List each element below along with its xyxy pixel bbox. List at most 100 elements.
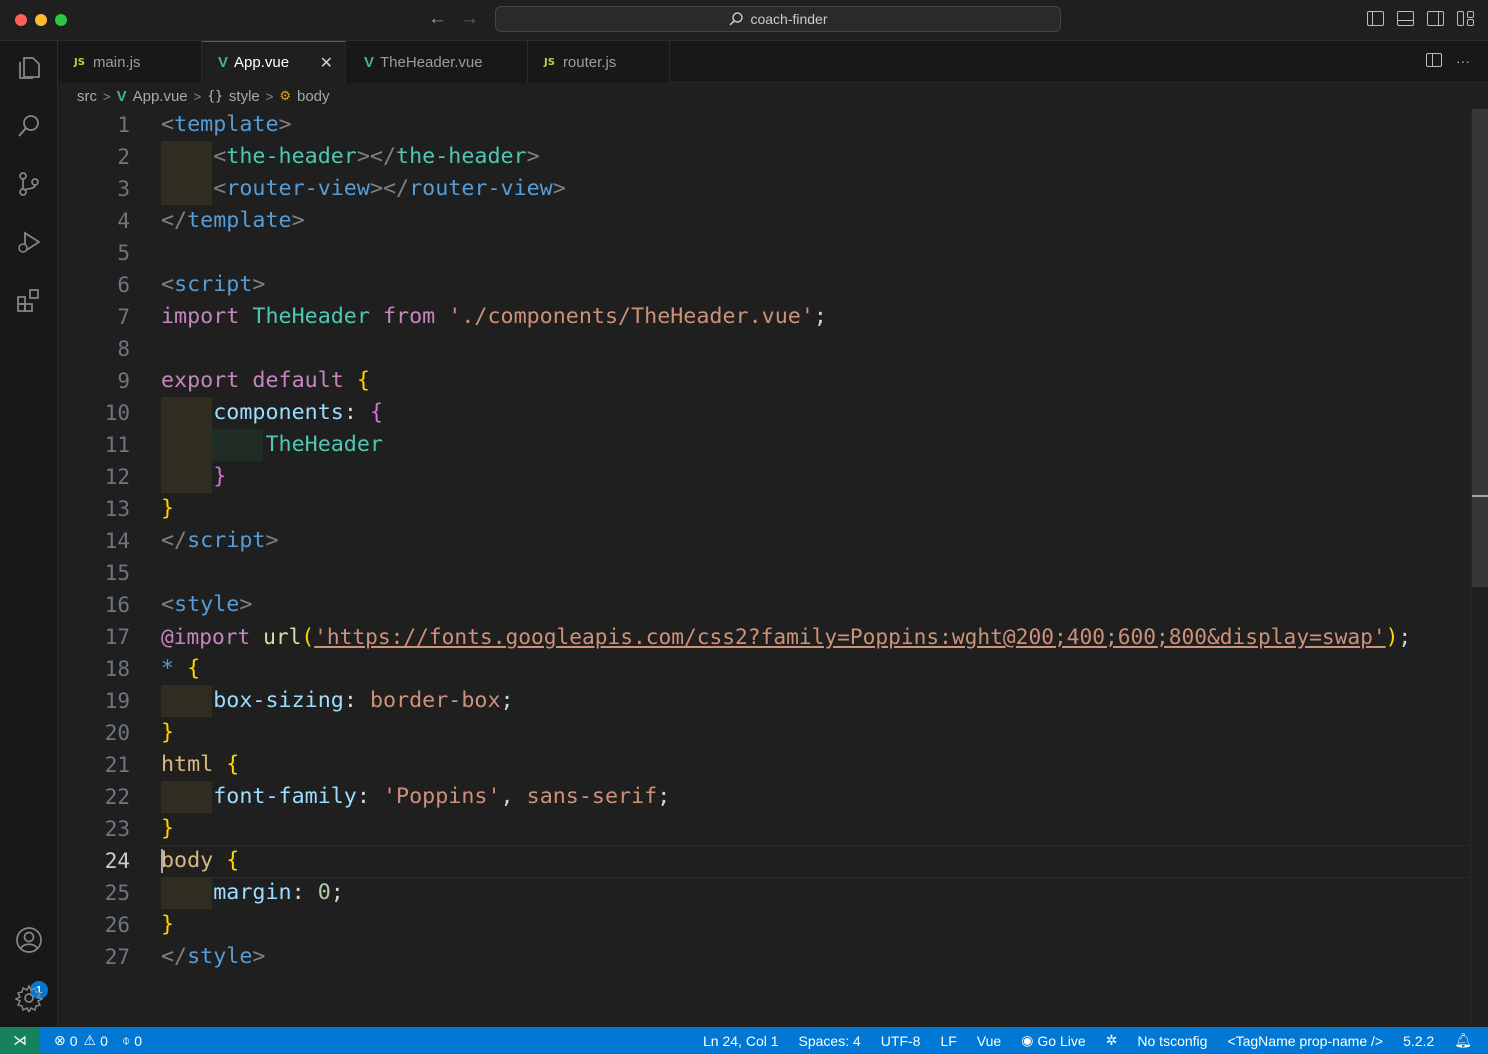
code-line: 7 import TheHeader from './components/Th… (58, 301, 1470, 333)
line-number: 17 (104, 625, 130, 649)
toggle-primary-sidebar-icon[interactable] (1367, 11, 1384, 26)
code-line: 14 </script> (58, 525, 1470, 557)
tab-bar: JS main.js V App.vue ✕ V TheHeader.vue J… (58, 41, 1488, 83)
code-line: 1 <template> (58, 109, 1470, 141)
line-number: 20 (104, 721, 130, 745)
code-line: 13 } (58, 493, 1470, 525)
activity-bar: 1 (0, 41, 58, 1027)
typescript-version[interactable]: 5.2.2 (1403, 1033, 1434, 1049)
customize-layout-icon[interactable] (1457, 11, 1474, 26)
minimize-window-button[interactable] (35, 14, 47, 26)
code-line: 4 </template> (58, 205, 1470, 237)
maximize-window-button[interactable] (55, 14, 67, 26)
code-text: </template> (161, 208, 305, 233)
ports-indicator[interactable]: ⌽ 0 (122, 1032, 142, 1049)
extensions-icon[interactable] (14, 285, 44, 315)
code-text: <router-view></router-view> (213, 176, 566, 201)
tab-label: App.vue (234, 54, 290, 71)
search-text: coach-finder (750, 11, 828, 27)
line-number: 11 (104, 433, 130, 457)
line-number: 22 (104, 785, 130, 809)
code-text: </style> (161, 944, 266, 969)
line-number: 12 (104, 465, 130, 489)
run-and-debug-icon[interactable] (14, 227, 44, 257)
breadcrumb-section[interactable]: style (229, 88, 260, 105)
tsconfig-status[interactable]: No tsconfig (1137, 1033, 1207, 1049)
close-window-button[interactable] (15, 14, 27, 26)
warning-icon: ⚠ (83, 1032, 97, 1048)
breadcrumb: src > V App.vue > {} style > ⚙ body (58, 83, 1488, 109)
go-live-label: Go Live (1037, 1032, 1086, 1049)
forward-arrow-icon[interactable]: → (460, 8, 479, 30)
tab-label: router.js (562, 53, 617, 71)
code-line: 21 html { (58, 749, 1470, 781)
code-line: 9 export default { (58, 365, 1470, 397)
language-mode[interactable]: Vue (977, 1033, 1001, 1049)
line-number: 4 (117, 209, 130, 233)
code-line: 17 @import url('https://fonts.googleapis… (58, 621, 1470, 653)
code-text: @import url('https://fonts.googleapis.co… (161, 624, 1412, 649)
remote-window-icon[interactable]: ⋊ (0, 1027, 40, 1054)
breadcrumb-symbol[interactable]: body (297, 88, 330, 105)
cursor-position[interactable]: Ln 24, Col 1 (703, 1033, 779, 1049)
line-number: 7 (117, 305, 130, 329)
error-count: 0 (69, 1032, 78, 1049)
code-line: 10 components: { (58, 397, 1470, 429)
ports-count: 0 (134, 1032, 143, 1049)
breadcrumb-folder[interactable]: src (77, 88, 97, 105)
line-number: 16 (104, 593, 130, 617)
tab-app-vue[interactable]: V App.vue ✕ (202, 41, 346, 83)
code-text: import TheHeader from './components/TheH… (161, 304, 827, 329)
code-text: <script> (161, 272, 266, 297)
tab-theheader-vue[interactable]: V TheHeader.vue (346, 41, 528, 83)
tab-router-js[interactable]: JS router.js (528, 41, 670, 83)
tab-label: main.js (92, 53, 141, 71)
indentation[interactable]: Spaces: 4 (799, 1033, 861, 1049)
explorer-icon[interactable] (14, 53, 44, 83)
manage-gear-icon[interactable] (14, 983, 44, 1013)
status-bar: ⋊ ⊗ 0 ⚠ 0 ⌽ 0 Ln 24, Col 1 Spaces: 4 UTF… (0, 1027, 1488, 1054)
tab-main-js[interactable]: JS main.js (58, 41, 202, 83)
line-number: 10 (104, 401, 130, 425)
line-number: 13 (104, 497, 130, 521)
more-actions-icon[interactable]: ··· (1456, 53, 1470, 69)
error-icon: ⊗ (54, 1032, 66, 1048)
scrollbar-thumb[interactable] (1472, 109, 1488, 587)
search-icon[interactable] (14, 111, 44, 141)
line-number: 23 (104, 817, 130, 841)
code-text: TheHeader (265, 432, 383, 457)
encoding[interactable]: UTF-8 (881, 1033, 921, 1049)
tag-format[interactable]: <TagName prop-name /> (1227, 1033, 1383, 1049)
source-control-icon[interactable] (14, 169, 44, 199)
code-editor[interactable]: 1 <template> 2 <the-header></the-header>… (58, 109, 1486, 1027)
cursor-position-marker (1472, 495, 1488, 497)
js-file-icon: JS (544, 56, 555, 68)
code-line: 3 <router-view></router-view> (58, 173, 1470, 205)
code-text: html { (161, 752, 240, 777)
code-text: components: { (213, 400, 383, 425)
command-center-search[interactable]: coach-finder (495, 6, 1061, 32)
accounts-icon[interactable] (14, 925, 44, 955)
line-number: 9 (117, 369, 130, 393)
code-text: box-sizing: border-box; (213, 688, 514, 713)
split-editor-icon[interactable] (1426, 53, 1442, 67)
code-text: <the-header></the-header> (213, 144, 540, 169)
line-number: 3 (117, 177, 130, 201)
line-number: 6 (117, 273, 130, 297)
toggle-panel-icon[interactable] (1397, 11, 1414, 26)
prettier-icon[interactable]: ✲ (1106, 1032, 1118, 1049)
code-line-current: 24 body { (58, 845, 1486, 878)
line-number: 27 (104, 945, 130, 969)
vertical-scrollbar[interactable] (1470, 109, 1488, 1027)
back-arrow-icon[interactable]: ← (428, 8, 447, 30)
code-line: 26 } (58, 909, 1470, 941)
code-line: 22 font-family: 'Poppins', sans-serif; (58, 781, 1470, 813)
go-live-button[interactable]: ◉ Go Live (1021, 1032, 1085, 1049)
toggle-secondary-sidebar-icon[interactable] (1427, 11, 1444, 26)
problems-indicator[interactable]: ⊗ 0 ⚠ 0 (54, 1032, 108, 1049)
breadcrumb-file[interactable]: App.vue (133, 88, 188, 105)
end-of-line[interactable]: LF (940, 1033, 956, 1049)
current-line-highlight (158, 845, 1486, 878)
notifications-bell-icon[interactable]: 🔔︎ (1454, 1032, 1472, 1049)
close-icon[interactable]: ✕ (320, 53, 333, 73)
